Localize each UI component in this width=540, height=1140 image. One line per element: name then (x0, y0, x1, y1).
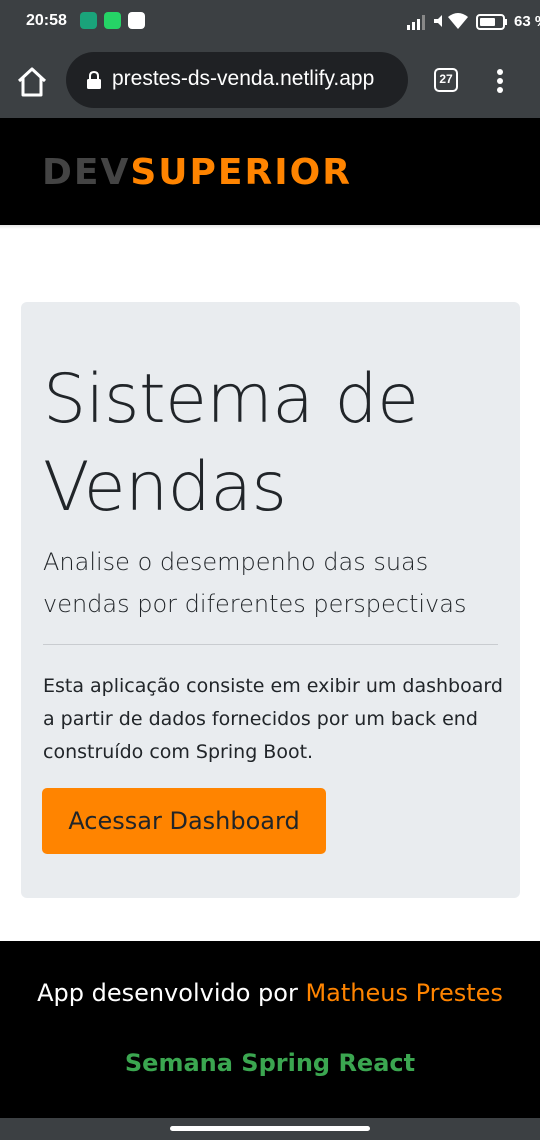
status-time: 20:58 (26, 12, 67, 29)
header-divider (0, 225, 540, 229)
description-text: Esta aplicação consiste em exibir um das… (43, 675, 503, 763)
home-gesture-handle[interactable] (170, 1126, 370, 1131)
address-bar[interactable]: prestes-ds-venda.netlify.app (66, 52, 408, 108)
lock-icon (87, 71, 101, 89)
logo-dev-text: DEV (42, 152, 131, 193)
footer-credit-label: App desenvolvido por (37, 979, 306, 1007)
battery-percentage: 63 % (514, 13, 540, 30)
divider (43, 644, 498, 645)
battery-icon (476, 14, 507, 30)
browser-toolbar: prestes-ds-venda.netlify.app 27 (0, 44, 540, 118)
mute-icon (434, 15, 442, 27)
app-d-icon (128, 12, 145, 29)
status-bar: 20:58 63 % (0, 0, 540, 44)
lead-text: Analise o desempenho das suas vendas por… (43, 548, 467, 618)
footer-event: Semana Spring React (124, 1049, 416, 1077)
more-menu-icon[interactable] (490, 66, 510, 96)
site-footer: App desenvolvido por Matheus Prestes Sem… (0, 941, 540, 1118)
whatsapp-icon (104, 12, 121, 29)
home-icon[interactable] (14, 64, 50, 100)
tabs-icon[interactable]: 27 (434, 68, 458, 92)
signal-icon (407, 15, 425, 30)
page-title: Sistema de Vendas (43, 360, 419, 527)
jumbotron: Sistema de Vendas Analise o desempenho d… (21, 302, 520, 898)
footer-credit: App desenvolvido por Matheus Prestes (0, 979, 540, 1007)
system-nav-bar (0, 1118, 540, 1140)
wifi-icon (448, 13, 468, 29)
vpn-shield-icon (80, 12, 97, 29)
logo-superior-text: SUPERIOR (130, 152, 352, 193)
url-text: prestes-ds-venda.netlify.app (112, 67, 375, 90)
access-dashboard-button[interactable]: Acessar Dashboard (42, 788, 326, 854)
site-header: DEVSUPERIOR (0, 118, 540, 225)
devsuperior-logo[interactable]: DEVSUPERIOR (42, 153, 352, 193)
author-link[interactable]: Matheus Prestes (305, 979, 502, 1007)
